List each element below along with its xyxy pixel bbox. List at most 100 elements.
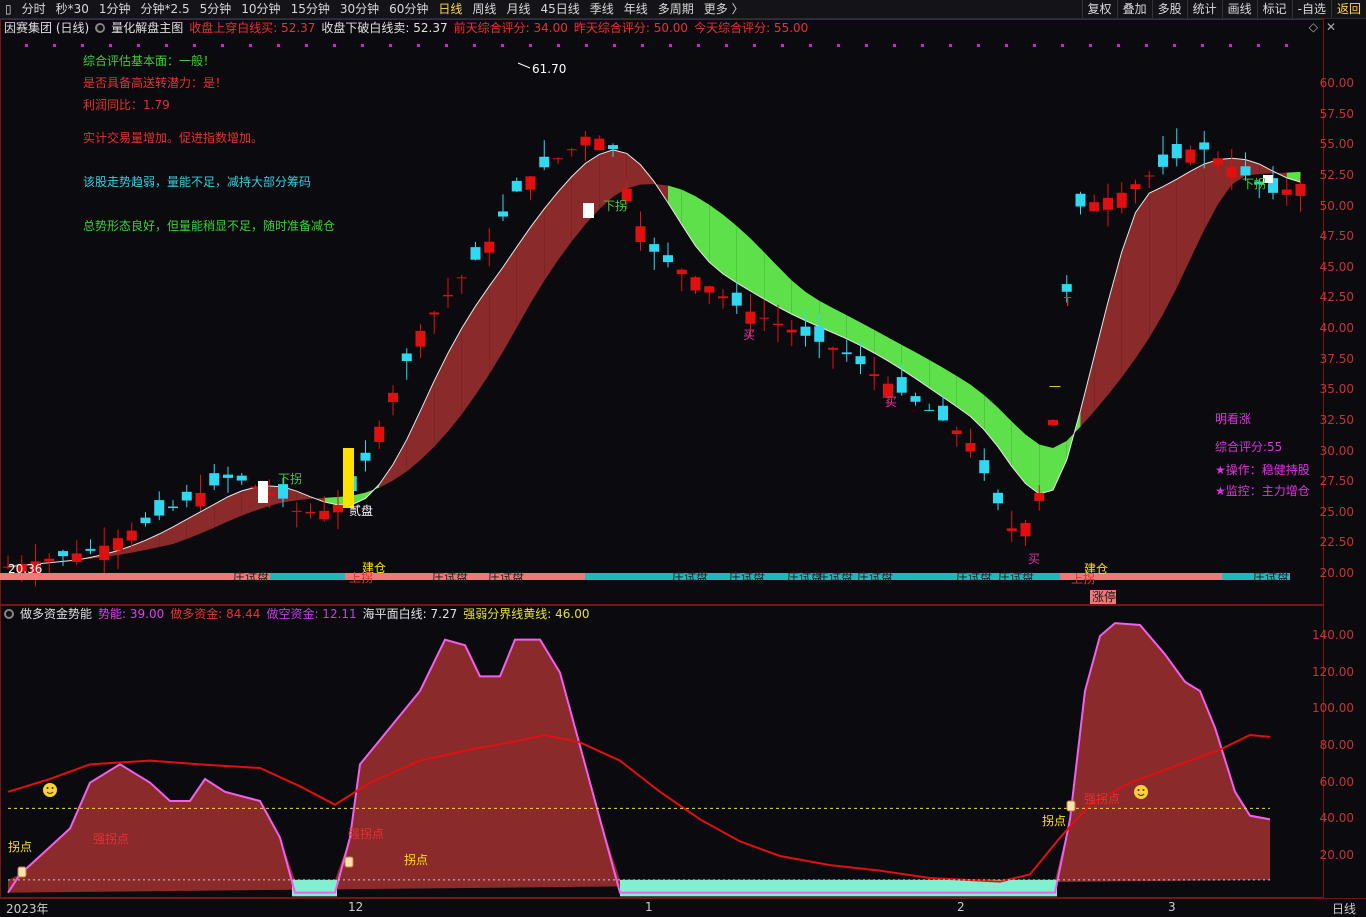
candle-body bbox=[759, 317, 770, 319]
date-tick: 3 bbox=[1168, 900, 1176, 914]
signal-dot bbox=[25, 44, 28, 47]
candle-body bbox=[896, 377, 907, 393]
candle-body bbox=[663, 255, 673, 263]
period-tab[interactable]: 周线 bbox=[467, 0, 501, 18]
marker-mai: 买 bbox=[1028, 552, 1040, 566]
ma-ribbon-segment bbox=[736, 225, 751, 292]
signal-dot bbox=[221, 44, 224, 47]
signal-dot bbox=[445, 44, 448, 47]
ma-ribbon-segment bbox=[214, 496, 228, 528]
candle-body bbox=[525, 176, 536, 190]
signal-dot bbox=[753, 44, 756, 47]
label-guaidian: 拐点 bbox=[8, 839, 32, 854]
signal-dot bbox=[585, 44, 588, 47]
toolbar-action-button[interactable]: 画线 bbox=[1221, 0, 1257, 18]
momentum-tick: 40.00 bbox=[1319, 811, 1354, 826]
toolbar-action-button[interactable]: 多股 bbox=[1151, 0, 1187, 18]
period-tab[interactable]: 季线 bbox=[585, 0, 619, 18]
ma-ribbon-segment bbox=[1286, 171, 1301, 183]
momentum-tick: 80.00 bbox=[1319, 738, 1354, 752]
candle-body bbox=[401, 353, 412, 362]
period-tab[interactable]: 30分钟 bbox=[335, 0, 384, 18]
signal-dot bbox=[697, 44, 700, 47]
candlestick-chart[interactable]: 下拐下拐下拐贰盘建仓 建仓上拐 上拐庄试盘 庄试盘 庄试盘 庄试盘 庄试盘 庄试盘庄试盘 庄试盘… bbox=[0, 19, 1324, 605]
period-tab[interactable]: 1分钟 bbox=[94, 0, 136, 18]
candle-body bbox=[786, 329, 797, 333]
period-tab[interactable]: 秒*30 bbox=[51, 0, 94, 18]
candle-body bbox=[635, 226, 646, 242]
close-icon[interactable]: ✕ bbox=[1326, 20, 1336, 34]
candle-body bbox=[553, 158, 563, 160]
period-tab[interactable]: 分时 bbox=[17, 0, 51, 18]
analysis-note: 总势形态良好，但量能稍显不足，随时准备减仓 bbox=[83, 219, 336, 233]
signal-dot bbox=[53, 44, 56, 47]
ma-ribbon-segment bbox=[406, 410, 421, 472]
ma-ribbon-segment bbox=[681, 189, 696, 246]
period-tab[interactable]: 15分钟 bbox=[286, 0, 335, 18]
period-label[interactable]: 日线 bbox=[1332, 900, 1356, 917]
ma-ribbon-segment bbox=[668, 185, 682, 225]
pointer-hand-icon bbox=[1066, 800, 1076, 812]
toolbar-action-button[interactable]: 叠加 bbox=[1116, 0, 1152, 18]
period-tab[interactable]: 10分钟 bbox=[236, 0, 285, 18]
toolbar-action-button[interactable]: 复权 bbox=[1081, 0, 1117, 18]
signal-dot bbox=[137, 44, 140, 47]
marker-xiaguai: 下拐 bbox=[603, 198, 627, 213]
ma-ribbon-segment bbox=[846, 315, 861, 346]
signal-dot bbox=[473, 44, 476, 47]
signal-dot bbox=[837, 44, 840, 47]
candle-body bbox=[443, 294, 453, 297]
ma-ribbon-segment bbox=[1204, 159, 1218, 230]
candle-body bbox=[1199, 142, 1210, 150]
ma-ribbon-segment bbox=[241, 487, 256, 516]
toolbar-action-button[interactable]: 标记 bbox=[1256, 0, 1292, 18]
marker-t: T bbox=[1063, 295, 1072, 309]
momentum-area bbox=[8, 623, 1270, 893]
weak-zone bbox=[292, 879, 337, 897]
price-low-label: 20.36 bbox=[8, 562, 42, 576]
price-tick: 57.50 bbox=[1319, 106, 1354, 121]
candle-body bbox=[58, 551, 68, 557]
period-tab[interactable]: 45日线 bbox=[535, 0, 584, 18]
period-tab[interactable]: 年线 bbox=[619, 0, 653, 18]
toolbar-actions: 复权 叠加 多股 统计 画线 标记 -自选 返回 bbox=[1081, 0, 1366, 18]
toolbar-action-button[interactable]: 返回 bbox=[1330, 0, 1366, 18]
candle-body bbox=[676, 269, 687, 275]
ma-ribbon-segment bbox=[833, 308, 847, 339]
candle-body bbox=[236, 475, 247, 481]
ma-ribbon-segment bbox=[874, 329, 888, 361]
candle-body bbox=[195, 492, 206, 507]
period-tab[interactable]: 更多 〉 bbox=[699, 0, 749, 18]
candle-body bbox=[1061, 284, 1072, 292]
period-tab[interactable]: 60分钟 bbox=[384, 0, 433, 18]
signal-dot bbox=[1229, 44, 1232, 47]
ma-ribbon-segment bbox=[778, 266, 792, 315]
toolbar-action-button[interactable]: 统计 bbox=[1186, 0, 1222, 18]
candle-body bbox=[456, 277, 467, 279]
candle-body bbox=[99, 545, 110, 561]
period-tab[interactable]: 月线 bbox=[501, 0, 535, 18]
candle-body bbox=[718, 296, 728, 299]
period-tab[interactable]: 日线 bbox=[433, 0, 467, 18]
ma-ribbon-segment bbox=[695, 196, 710, 263]
capital-momentum-chart[interactable]: 拐点拐点拐点强拐点 强拐点强拐点 bbox=[0, 605, 1324, 898]
ma-ribbon-segment bbox=[420, 380, 435, 460]
signal-dot bbox=[249, 44, 252, 47]
label-guaidian: 拐点 bbox=[1042, 813, 1066, 828]
toolbar-action-button[interactable]: -自选 bbox=[1291, 0, 1331, 18]
ma-ribbon-segment bbox=[1108, 251, 1122, 395]
marker-mai: 买 bbox=[743, 328, 755, 342]
price-tick: 27.50 bbox=[1319, 474, 1354, 489]
period-tab[interactable]: 分钟*2.5 bbox=[136, 0, 195, 18]
toolbar-menu-icon[interactable]: ▯ bbox=[0, 0, 17, 18]
volume-signal-bar bbox=[343, 448, 354, 508]
candle-body bbox=[209, 473, 220, 486]
candle-body bbox=[1171, 144, 1182, 159]
candle-body bbox=[1295, 183, 1306, 196]
candle-body bbox=[539, 156, 550, 168]
period-tab[interactable]: 5分钟 bbox=[195, 0, 237, 18]
marker-zhuangshipan: 庄试盘 bbox=[729, 569, 765, 584]
period-tab[interactable]: 多周期 bbox=[653, 0, 699, 18]
candle-body bbox=[1103, 197, 1113, 210]
ma-ribbon-segment bbox=[723, 214, 737, 283]
